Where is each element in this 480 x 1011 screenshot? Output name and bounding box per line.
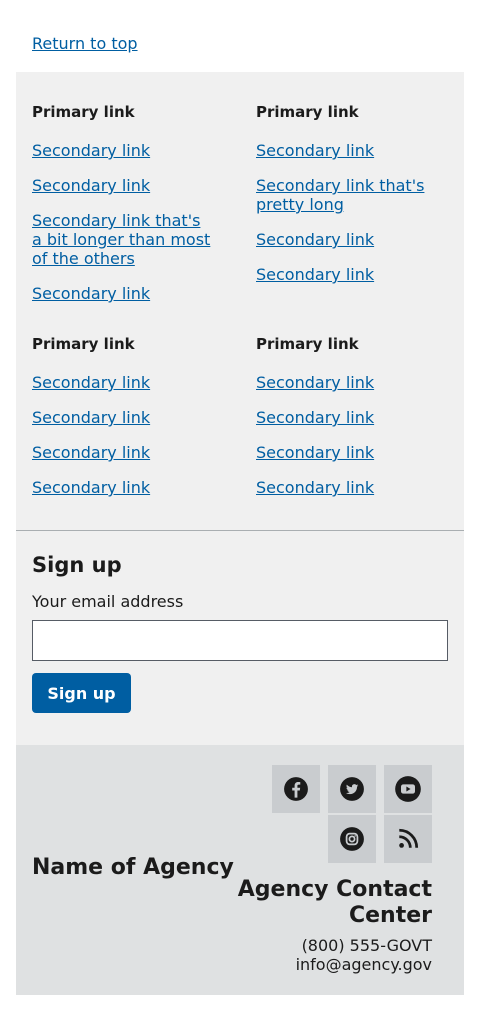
secondary-link[interactable]: Secondary link [256,373,436,392]
secondary-link[interactable]: Secondary link that's pretty long [256,176,436,214]
secondary-link[interactable]: Secondary link [32,443,212,462]
primary-link[interactable]: Primary link [256,335,359,353]
email-label: Your email address [32,592,184,611]
return-to-top-link[interactable]: Return to top [32,34,138,53]
contact-center-heading: Agency Contact Center [237,877,432,928]
youtube-icon[interactable] [384,765,432,813]
email-input[interactable] [32,620,448,661]
signup-section: Sign up Your email address Sign up [16,531,464,745]
primary-link[interactable]: Primary link [32,335,135,353]
secondary-link[interactable]: Secondary link [32,176,212,195]
twitter-icon[interactable] [328,765,376,813]
secondary-link[interactable]: Secondary link [32,141,212,160]
secondary-link[interactable]: Secondary link [256,478,436,497]
secondary-link[interactable]: Secondary link [32,408,212,427]
instagram-icon[interactable] [328,815,376,863]
contact-email[interactable]: info@agency.gov [296,955,432,974]
facebook-icon[interactable] [272,765,320,813]
secondary-link[interactable]: Secondary link that's a bit longer than … [32,211,212,268]
footer-links-section: Primary link Secondary link Secondary li… [16,72,464,531]
signup-button[interactable]: Sign up [32,673,131,713]
secondary-link[interactable]: Secondary link [256,265,436,284]
secondary-link[interactable]: Secondary link [256,408,436,427]
primary-link[interactable]: Primary link [256,103,359,121]
secondary-link[interactable]: Secondary link [256,230,436,249]
secondary-link[interactable]: Secondary link [32,373,212,392]
secondary-link[interactable]: Secondary link [256,443,436,462]
signup-heading: Sign up [32,553,122,577]
agency-section: Name of Agency Agency Contact Center (80… [16,745,464,995]
rss-icon[interactable] [384,815,432,863]
secondary-link[interactable]: Secondary link [32,284,212,303]
contact-phone[interactable]: (800) 555-GOVT [302,936,432,955]
agency-name: Name of Agency [32,855,234,880]
secondary-link[interactable]: Secondary link [256,141,436,160]
secondary-link[interactable]: Secondary link [32,478,212,497]
primary-link[interactable]: Primary link [32,103,135,121]
